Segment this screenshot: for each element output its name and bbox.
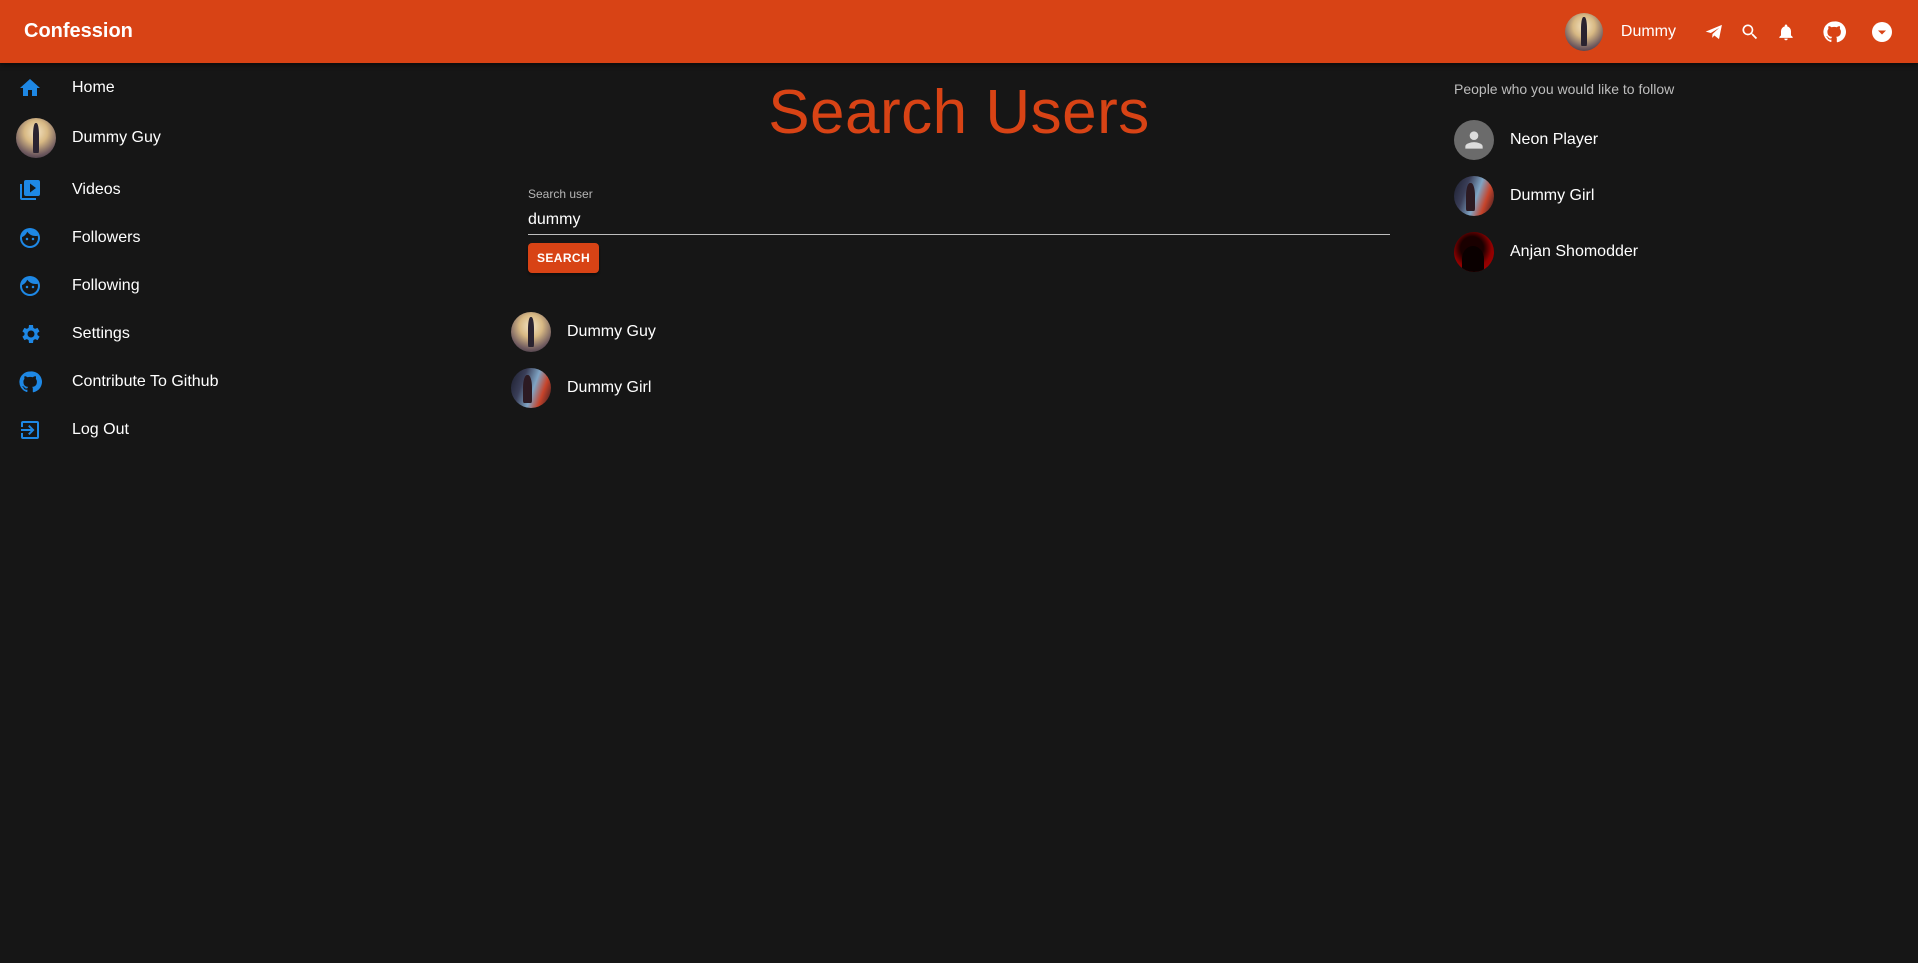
suggestion-avatar bbox=[1454, 232, 1494, 272]
search-icon[interactable] bbox=[1738, 20, 1762, 44]
sidebar-item-settings[interactable]: Settings bbox=[0, 311, 300, 357]
video-library-icon bbox=[17, 177, 43, 203]
sidebar-item-followers[interactable]: Followers bbox=[0, 215, 300, 261]
suggestion-item[interactable]: Dummy Girl bbox=[1454, 174, 1594, 218]
sidebar-item-label: Following bbox=[72, 277, 140, 294]
search-result-item[interactable]: Dummy Girl bbox=[511, 366, 651, 410]
sidebar-item-label: Log Out bbox=[72, 421, 129, 438]
app-bar: Confession Dummy bbox=[0, 0, 1918, 63]
notifications-icon[interactable] bbox=[1774, 20, 1798, 44]
app-brand[interactable]: Confession bbox=[24, 0, 133, 63]
suggestion-item[interactable]: Anjan Shomodder bbox=[1454, 230, 1638, 274]
sidebar-item-label: Contribute To Github bbox=[72, 373, 219, 390]
search-user-input[interactable] bbox=[528, 206, 1390, 235]
logout-icon bbox=[17, 417, 43, 443]
sidebar-item-videos[interactable]: Videos bbox=[0, 167, 300, 213]
sidebar-item-logout[interactable]: Log Out bbox=[0, 407, 300, 453]
default-person-avatar bbox=[1454, 120, 1494, 160]
face-icon bbox=[17, 225, 43, 251]
suggestion-name: Dummy Girl bbox=[1510, 187, 1595, 204]
gear-icon bbox=[17, 321, 43, 347]
suggestion-name: Anjan Shomodder bbox=[1510, 243, 1639, 260]
user-avatar[interactable] bbox=[1564, 12, 1603, 51]
sidebar-item-label: Settings bbox=[72, 325, 130, 342]
search-button[interactable]: SEARCH bbox=[528, 243, 599, 273]
sidebar-item-label: Videos bbox=[72, 181, 121, 198]
expand-more-icon[interactable] bbox=[1870, 20, 1894, 44]
person-icon bbox=[1465, 131, 1483, 149]
result-avatar bbox=[511, 312, 551, 352]
app-bar-actions: Dummy bbox=[1564, 0, 1918, 63]
sidebar-item-following[interactable]: Following bbox=[0, 263, 300, 309]
result-name: Dummy Guy bbox=[567, 323, 656, 340]
github-icon bbox=[17, 369, 43, 395]
current-username[interactable]: Dummy bbox=[1621, 23, 1676, 41]
suggestion-name: Neon Player bbox=[1510, 131, 1599, 148]
sidebar-item-github[interactable]: Contribute To Github bbox=[0, 359, 300, 405]
github-icon[interactable] bbox=[1822, 20, 1846, 44]
search-user-label: Search user bbox=[528, 187, 593, 201]
face-icon bbox=[17, 273, 43, 299]
suggestion-avatar bbox=[1454, 176, 1494, 216]
result-name: Dummy Girl bbox=[567, 379, 652, 396]
search-result-item[interactable]: Dummy Guy bbox=[511, 310, 656, 354]
suggestions-title: People who you would like to follow bbox=[1454, 81, 1675, 97]
result-avatar bbox=[511, 368, 551, 408]
sidebar-item-label: Followers bbox=[72, 229, 141, 246]
telegram-icon[interactable] bbox=[1702, 20, 1726, 44]
suggestion-item[interactable]: Neon Player bbox=[1454, 118, 1598, 162]
